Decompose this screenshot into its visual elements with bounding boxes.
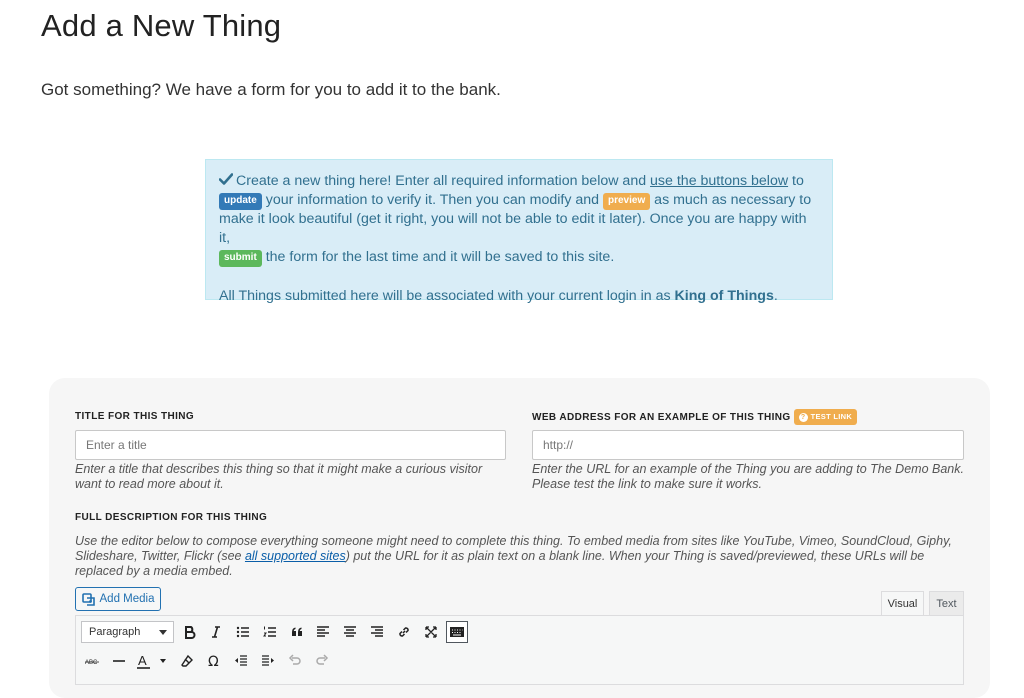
align-right-icon: [371, 626, 383, 637]
notice-final-text: the form for the last time and it will b…: [261, 249, 615, 265]
clear-formatting-button[interactable]: [176, 650, 198, 672]
special-character-button[interactable]: Ω: [203, 650, 225, 672]
question-icon: ?: [798, 413, 808, 422]
bulleted-list-icon: [236, 626, 249, 638]
notice-assoc-end: .: [773, 288, 778, 304]
title-input[interactable]: [75, 430, 506, 460]
current-user-name: King of Things: [674, 288, 774, 304]
url-label-text: WEB ADDRESS FOR AN EXAMPLE OF THIS THING: [532, 412, 791, 423]
submit-label-badge: submit: [219, 250, 262, 267]
align-left-button[interactable]: [312, 621, 334, 643]
align-right-button[interactable]: [366, 621, 388, 643]
url-help-text: Enter the URL for an example of the Thin…: [532, 462, 964, 491]
buttons-below-link[interactable]: use the buttons below: [650, 173, 788, 189]
align-center-button[interactable]: [339, 621, 361, 643]
add-media-button[interactable]: Add Media: [75, 587, 161, 611]
add-media-label: Add Media: [99, 593, 155, 605]
description-help-text: Use the editor below to compose everythi…: [75, 534, 965, 579]
undo-button[interactable]: [284, 650, 306, 672]
supported-sites-link[interactable]: all supported sites: [245, 549, 346, 563]
horizontal-line-button[interactable]: [108, 650, 130, 672]
description-field-label: FULL DESCRIPTION FOR THIS THING: [75, 512, 268, 523]
url-field-label: WEB ADDRESS FOR AN EXAMPLE OF THIS THING…: [532, 409, 858, 425]
svg-text:Ω: Ω: [208, 654, 219, 668]
strikethrough-button[interactable]: ABC: [81, 650, 103, 672]
numbered-list-icon: [263, 626, 276, 637]
outdent-button[interactable]: [230, 650, 252, 672]
notice-assoc-text: All Things submitted here will be associ…: [219, 288, 675, 304]
info-notice: Create a new thing here! Enter all requi…: [205, 159, 833, 304]
link-icon: [399, 627, 409, 637]
page-title: Add a New Thing: [41, 8, 282, 43]
url-input[interactable]: [532, 430, 964, 460]
checkmark-icon: [219, 173, 233, 185]
special-character-icon: Ω: [208, 654, 219, 668]
text-color-button[interactable]: A: [134, 650, 168, 672]
title-help-text: Enter a title that describes this thing …: [75, 462, 483, 491]
preview-label-badge: preview: [602, 193, 651, 210]
indent-button[interactable]: [257, 650, 279, 672]
italic-button[interactable]: [205, 621, 227, 643]
redo-button[interactable]: [311, 650, 333, 672]
outdent-icon: [235, 655, 247, 666]
align-left-icon: [317, 626, 329, 637]
blockquote-button[interactable]: [286, 621, 308, 643]
bold-button[interactable]: [179, 621, 201, 643]
bold-icon: [185, 626, 196, 639]
fullscreen-button[interactable]: [420, 621, 442, 643]
redo-icon: [316, 654, 329, 665]
horizontal-line-icon: [113, 660, 125, 662]
tab-visual[interactable]: Visual: [881, 591, 924, 616]
numbered-list-button[interactable]: [259, 621, 281, 643]
fullscreen-icon: [425, 626, 437, 638]
toolbar-toggle-button[interactable]: [446, 621, 468, 643]
undo-icon: [288, 654, 301, 665]
align-center-icon: [344, 626, 356, 637]
test-link-button[interactable]: ? TEST LINK: [793, 409, 858, 425]
test-link-label: TEST LINK: [810, 412, 853, 421]
clear-formatting-icon: [181, 654, 193, 667]
blockquote-icon: [292, 627, 302, 636]
indent-icon: [262, 655, 274, 666]
notice-intro-text: Create a new thing here! Enter all requi…: [236, 173, 651, 189]
svg-text:ABC: ABC: [85, 660, 98, 666]
italic-icon: [212, 626, 220, 638]
svg-text:A: A: [138, 653, 147, 668]
toolbar-toggle-icon: [450, 627, 464, 637]
update-label-badge: update: [219, 193, 262, 210]
media-icon: [81, 593, 95, 606]
text-color-icon: A: [137, 653, 166, 669]
paragraph-format-select[interactable]: Paragraph: [81, 621, 174, 643]
format-select-value: Paragraph: [89, 626, 141, 638]
title-field-label: TITLE FOR THIS THING: [75, 411, 195, 422]
page-intro: Got something? We have a form for you to…: [41, 80, 501, 99]
insert-link-button[interactable]: [393, 621, 415, 643]
tab-text[interactable]: Text: [929, 591, 964, 616]
bulleted-list-button[interactable]: [232, 621, 254, 643]
notice-verify-text: your information to verify it. Then you …: [261, 192, 603, 208]
strikethrough-icon: ABC: [85, 660, 99, 666]
chevron-down-icon: [159, 630, 167, 635]
notice-text-to: to: [788, 173, 804, 189]
